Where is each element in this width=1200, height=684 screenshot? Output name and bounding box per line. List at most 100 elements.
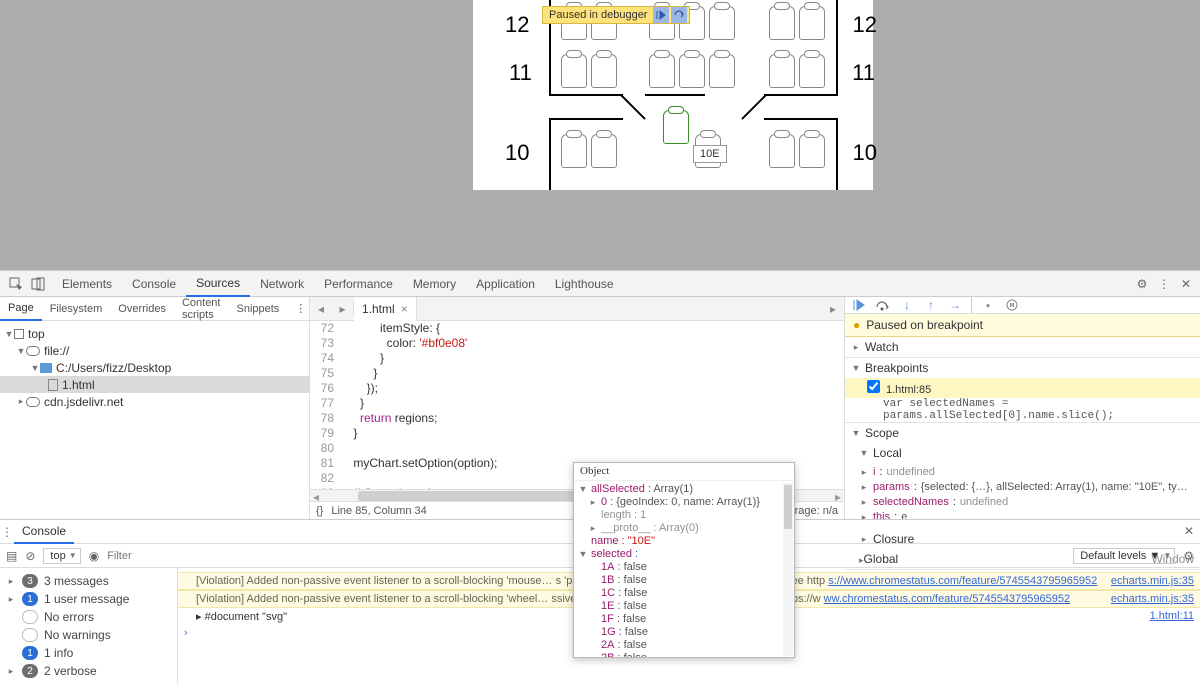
nav-more-icon[interactable]: ▸: [822, 302, 844, 316]
console-sidebar: ▸33 messages▸11 user messageNo errorsNo …: [0, 568, 178, 684]
tree-origin[interactable]: cdn.jsdelivr.net: [44, 395, 123, 409]
seat[interactable]: [799, 6, 825, 40]
inspect-icon[interactable]: [8, 276, 24, 292]
file-tree[interactable]: ▼top ▼file:// ▼C:/Users/fizz/Desktop 1.h…: [0, 321, 309, 414]
tree-file[interactable]: 1.html: [62, 378, 95, 392]
seat-selected[interactable]: [663, 110, 689, 144]
seat[interactable]: [591, 54, 617, 88]
step-into-icon[interactable]: ↓: [899, 297, 915, 313]
cloud-icon: [26, 397, 40, 407]
console-tab[interactable]: Console: [14, 520, 74, 544]
step-button[interactable]: [671, 7, 687, 23]
devtools-tab-performance[interactable]: Performance: [314, 271, 403, 297]
row-label: 12: [853, 12, 877, 38]
step-icon[interactable]: →: [947, 297, 963, 313]
close-tab-icon[interactable]: ×: [401, 302, 408, 316]
drawer-close-icon[interactable]: ✕: [1184, 524, 1194, 538]
devtools-tab-elements[interactable]: Elements: [52, 271, 122, 297]
breakpoint-item[interactable]: 1.html:85: [845, 378, 1200, 398]
row-label: 12: [505, 12, 529, 38]
console-filter-row[interactable]: ▸22 verbose: [0, 662, 177, 680]
editor-tab[interactable]: 1.html×: [354, 297, 417, 321]
seat[interactable]: [679, 54, 705, 88]
seat[interactable]: [649, 54, 675, 88]
tree-folder[interactable]: C:/Users/fizz/Desktop: [56, 361, 171, 375]
console-filter-row[interactable]: ▸33 messages: [0, 572, 177, 590]
close-icon[interactable]: ✕: [1178, 276, 1194, 292]
settings-icon[interactable]: ⚙: [1134, 276, 1150, 292]
scope-section[interactable]: ▼Scope: [845, 423, 1200, 443]
debugger-panel: ↓ ↑ → ⬩ ●Paused on breakpoint ▸Watch ▼Br…: [845, 297, 1200, 519]
seat[interactable]: [769, 6, 795, 40]
watch-section[interactable]: ▸Watch: [845, 337, 1200, 357]
more-icon[interactable]: ⋮: [1156, 276, 1172, 292]
devtools-tab-lighthouse[interactable]: Lighthouse: [545, 271, 624, 297]
folder-icon: [40, 363, 52, 373]
console-settings-icon[interactable]: ⚙: [1183, 549, 1194, 563]
row-label: 11: [852, 60, 875, 86]
popover-body[interactable]: ▼allSelected: Array(1)▸0: {geoIndex: 0, …: [574, 481, 794, 658]
deactivate-bp-icon[interactable]: ⬩: [980, 297, 996, 313]
nav-back-icon[interactable]: ◂: [310, 302, 332, 316]
seat[interactable]: [709, 6, 735, 40]
devtools-tab-sources[interactable]: Sources: [186, 271, 250, 297]
seat[interactable]: [769, 54, 795, 88]
paused-banner-text: Paused in debugger: [543, 9, 653, 21]
live-expr-icon[interactable]: ◉: [89, 549, 99, 563]
seat[interactable]: [709, 54, 735, 88]
devtools-tab-console[interactable]: Console: [122, 271, 186, 297]
step-over-icon[interactable]: [875, 297, 891, 313]
popover-scrollbar[interactable]: [783, 483, 793, 656]
breakpoints-section[interactable]: ▼Breakpoints: [845, 358, 1200, 378]
console-filter-row[interactable]: No errors: [0, 608, 177, 626]
cursor-position: Line 85, Column 34: [331, 505, 426, 517]
seat-map: 12 12 11 11 10 10 10E: [473, 0, 873, 190]
local-label: Local: [873, 446, 902, 460]
step-out-icon[interactable]: ↑: [923, 297, 939, 313]
console-filter-row[interactable]: No warnings: [0, 626, 177, 644]
resume-button[interactable]: [653, 7, 669, 23]
nav-fwd-icon[interactable]: ▸: [332, 302, 354, 316]
seat[interactable]: [561, 54, 587, 88]
console-filter-row[interactable]: ▸11 user message: [0, 590, 177, 608]
popover-title: Object: [574, 463, 794, 481]
console-filter-row[interactable]: 11 info: [0, 644, 177, 662]
clear-console-icon[interactable]: ⊘: [25, 549, 35, 563]
file-icon: [48, 379, 58, 391]
resume-icon[interactable]: [851, 297, 867, 313]
paused-text: Paused on breakpoint: [866, 318, 983, 332]
seat[interactable]: [799, 134, 825, 168]
levels-select[interactable]: Default levels ▼: [1073, 548, 1175, 564]
pause-exc-icon[interactable]: [1004, 297, 1020, 313]
seat[interactable]: [799, 54, 825, 88]
seat[interactable]: [591, 134, 617, 168]
nav-tab-page[interactable]: Page: [0, 297, 42, 321]
seat[interactable]: [561, 134, 587, 168]
bp-checkbox[interactable]: [867, 380, 880, 393]
row-label: 10: [505, 140, 529, 166]
scope-label: Scope: [865, 426, 899, 440]
tree-top[interactable]: top: [28, 327, 45, 341]
sidebar-toggle-icon[interactable]: ▤: [6, 549, 17, 563]
filter-input[interactable]: [107, 550, 347, 562]
watch-label: Watch: [865, 340, 899, 354]
seat-tooltip: 10E: [693, 145, 727, 163]
bp-location: 1.html:85: [886, 384, 931, 396]
nav-tab-content-scripts[interactable]: Content scripts: [174, 297, 229, 321]
page-navigator: PageFilesystemOverridesContent scriptsSn…: [0, 297, 310, 519]
breakpoints-label: Breakpoints: [865, 361, 928, 375]
nav-tab-filesystem[interactable]: Filesystem: [42, 297, 111, 321]
devtools-tab-network[interactable]: Network: [250, 271, 314, 297]
nav-tab-overrides[interactable]: Overrides: [110, 297, 174, 321]
row-label: 10: [853, 140, 877, 166]
drawer-expand-icon[interactable]: ⋮: [0, 525, 14, 539]
seat[interactable]: [769, 134, 795, 168]
cloud-icon: [26, 346, 40, 356]
scope-local[interactable]: ▼Local: [845, 443, 1200, 463]
nav-tab-snippets[interactable]: Snippets: [228, 297, 287, 321]
tree-origin[interactable]: file://: [44, 344, 69, 358]
device-icon[interactable]: [30, 276, 46, 292]
context-select[interactable]: top: [43, 548, 80, 564]
devtools-tab-application[interactable]: Application: [466, 271, 545, 297]
devtools-tab-memory[interactable]: Memory: [403, 271, 466, 297]
